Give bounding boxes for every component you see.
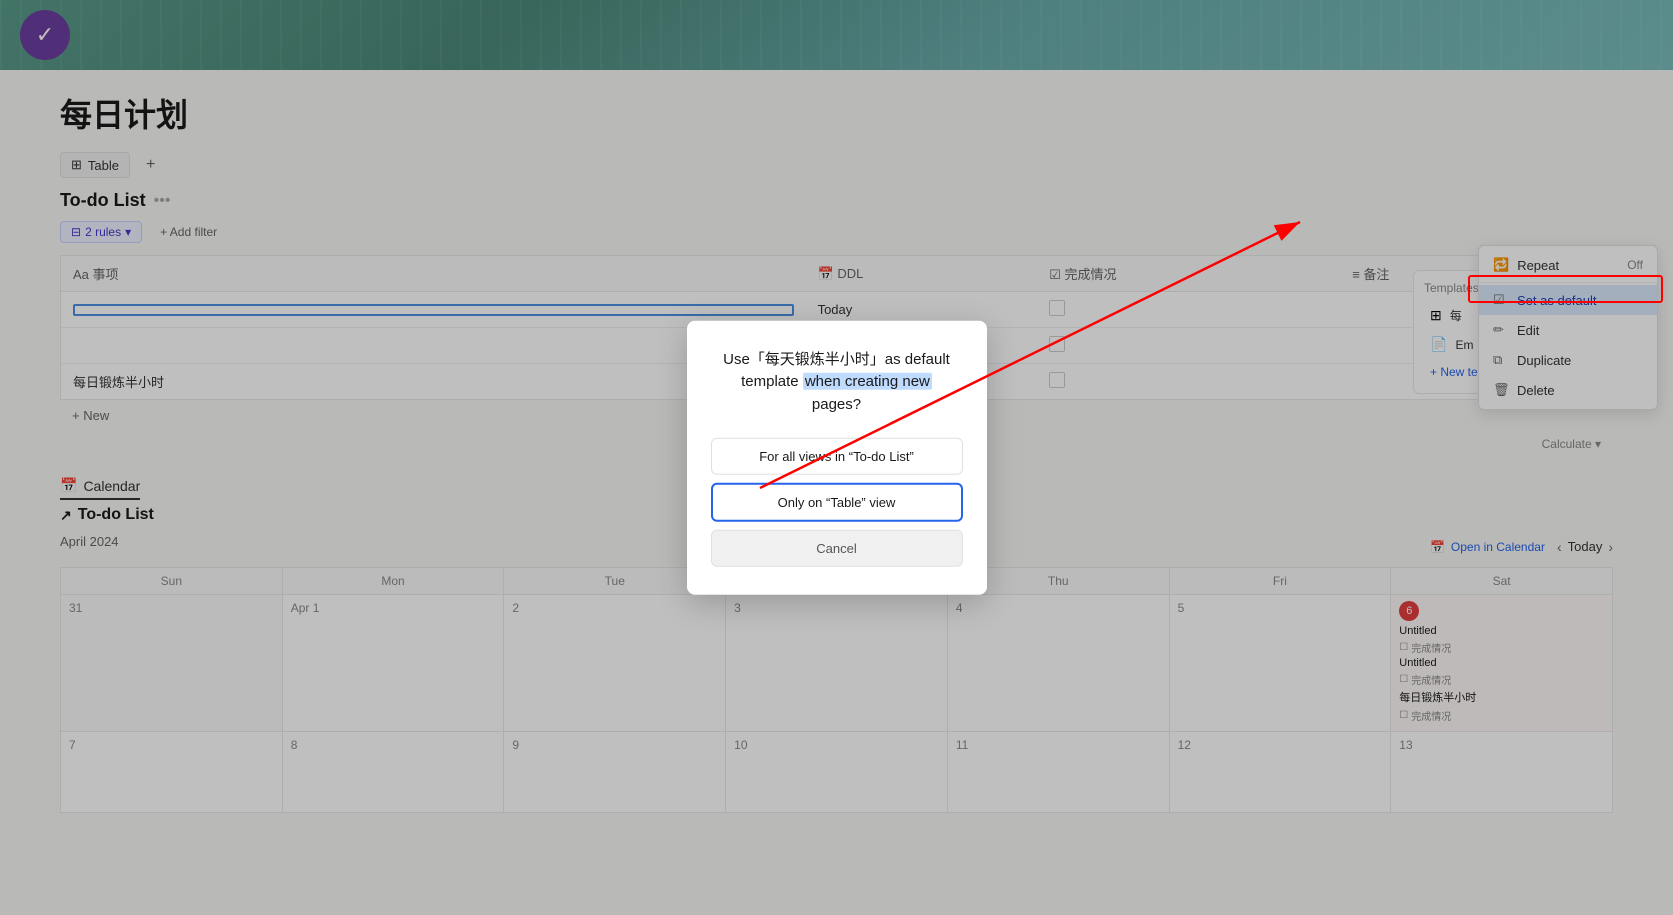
dialog-highlight: when creating new bbox=[803, 373, 932, 390]
dialog-cancel-button[interactable]: Cancel bbox=[711, 530, 963, 567]
dialog-title: Use「每天锻炼半小时」as default template when cre… bbox=[711, 348, 963, 416]
dialog: Use「每天锻炼半小时」as default template when cre… bbox=[687, 320, 987, 595]
dialog-table-only-button[interactable]: Only on “Table” view bbox=[711, 483, 963, 522]
dialog-all-views-button[interactable]: For all views in “To-do List” bbox=[711, 438, 963, 475]
